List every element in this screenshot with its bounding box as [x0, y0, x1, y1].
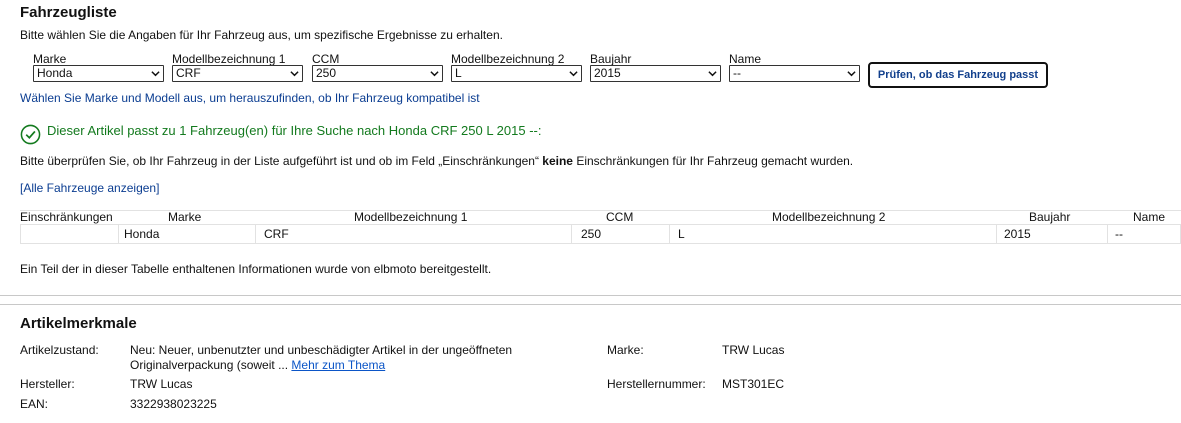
cell-name: -- [1115, 227, 1123, 241]
col-header-name: Name [1133, 210, 1166, 224]
show-all-vehicles-link[interactable]: [Alle Fahrzeuge anzeigen] [20, 181, 159, 195]
match-message: Dieser Artikel passt zu 1 Fahrzeug(en) f… [47, 123, 542, 138]
col-header-baujahr: Baujahr [1029, 210, 1071, 224]
check-circle-icon [20, 124, 41, 145]
item-specifics-section: Artikelmerkmale Artikelzustand: Neu: Neu… [0, 304, 1181, 423]
source-note: Ein Teil der in dieser Tabelle enthalten… [20, 262, 492, 276]
chevron-down-icon [290, 71, 299, 77]
select-modell1[interactable]: CRF [172, 65, 303, 82]
select-baujahr[interactable]: 2015 [590, 65, 721, 82]
check-note: Bitte überprüfen Sie, ob Ihr Fahrzeug in… [20, 154, 853, 168]
cell-divider [996, 225, 997, 243]
chevron-down-icon [847, 71, 856, 77]
select-ccm-value: 250 [316, 66, 337, 80]
condition-value-line2: Originalverpackung (soweit ... Mehr zum … [130, 358, 385, 372]
check-fit-button[interactable]: Prüfen, ob das Fahrzeug passt [868, 62, 1048, 88]
cell-divider [571, 225, 572, 243]
manufacturer-label: Hersteller: [20, 377, 75, 391]
mpn-value: MST301EC [722, 377, 785, 391]
brand-label: Marke: [607, 343, 644, 357]
check-note-bold: keine [542, 154, 573, 168]
col-header-ccm: CCM [606, 210, 634, 224]
ean-value: 3322938023225 [130, 397, 217, 411]
item-specifics-title: Artikelmerkmale [20, 315, 137, 332]
cell-divider [255, 225, 256, 243]
brand-value: TRW Lucas [722, 343, 785, 357]
chevron-down-icon [569, 71, 578, 77]
select-ccm[interactable]: 250 [312, 65, 443, 82]
cell-modell2: L [678, 227, 685, 241]
mpn-label: Herstellernummer: [607, 377, 706, 391]
col-header-einschraenkungen: Einschränkungen [20, 210, 113, 224]
cell-modell1: CRF [264, 227, 289, 241]
select-label-baujahr: Baujahr [590, 52, 632, 66]
ean-label: EAN: [20, 397, 49, 411]
col-header-modell1: Modellbezeichnung 1 [354, 210, 468, 224]
manufacturer-value: TRW Lucas [130, 377, 193, 391]
select-modell1-value: CRF [176, 66, 201, 80]
col-header-marke: Marke [168, 210, 202, 224]
condition-more-link[interactable]: Mehr zum Thema [291, 358, 385, 372]
select-label-ccm: CCM [312, 52, 340, 66]
compat-table-header: Einschränkungen Marke Modellbezeichnung … [20, 210, 1181, 224]
check-note-suffix: Einschränkungen für Ihr Fahrzeug gemacht… [572, 154, 854, 168]
table-row: Honda CRF 250 L 2015 -- [20, 224, 1181, 244]
compatibility-hint: Wählen Sie Marke und Modell aus, um hera… [20, 91, 480, 105]
col-header-modell2: Modellbezeichnung 2 [772, 210, 886, 224]
cell-divider [118, 225, 119, 243]
cell-ccm: 250 [581, 227, 602, 241]
vehicle-list-section: Fahrzeugliste Bitte wählen Sie die Angab… [0, 0, 1181, 296]
chevron-down-icon [430, 71, 439, 77]
select-modell2[interactable]: L [451, 65, 582, 82]
vehicle-list-intro: Bitte wählen Sie die Angaben für Ihr Fah… [20, 28, 503, 42]
condition-value-text: Originalverpackung (soweit ... [130, 358, 292, 372]
cell-baujahr: 2015 [1004, 227, 1031, 241]
chevron-down-icon [151, 71, 160, 77]
select-name-value: -- [733, 66, 741, 80]
select-baujahr-value: 2015 [594, 66, 621, 80]
condition-label: Artikelzustand: [20, 343, 99, 357]
select-label-name: Name [729, 52, 762, 66]
select-label-marke: Marke [33, 52, 67, 66]
select-marke-value: Honda [37, 66, 73, 80]
select-label-modell1: Modellbezeichnung 1 [172, 52, 286, 66]
select-name[interactable]: -- [729, 65, 860, 82]
cell-divider [669, 225, 670, 243]
vehicle-list-title: Fahrzeugliste [20, 4, 117, 21]
select-marke[interactable]: Honda [33, 65, 164, 82]
cell-divider [1107, 225, 1108, 243]
select-modell2-value: L [455, 66, 462, 80]
condition-value-line1: Neu: Neuer, unbenutzter und unbeschädigt… [130, 343, 513, 357]
cell-marke: Honda [124, 227, 160, 241]
select-label-modell2: Modellbezeichnung 2 [451, 52, 565, 66]
chevron-down-icon [708, 71, 717, 77]
check-note-prefix: Bitte überprüfen Sie, ob Ihr Fahrzeug in… [20, 154, 543, 168]
